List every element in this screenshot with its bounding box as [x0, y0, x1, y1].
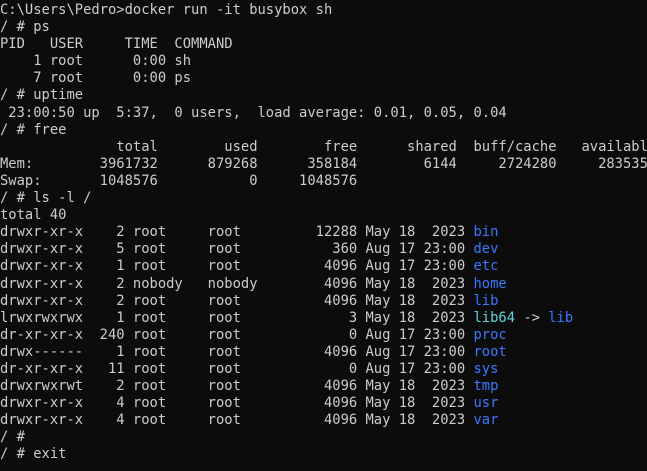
line-text: / #: [0, 429, 25, 446]
line-text: C:\Users\Pedro>docker run -it busybox sh: [0, 2, 333, 18]
terminal-window[interactable]: C:\Users\Pedro>docker run -it busybox sh…: [0, 0, 647, 471]
terminal-line: / # exit: [0, 446, 647, 463]
line-text: drwxrwxrwt 2 root root 4096 May 18 2023: [0, 378, 474, 395]
terminal-line: / # free: [0, 122, 647, 139]
line-text: total 40: [0, 207, 67, 224]
terminal-line: drwxr-xr-x 4 root root 4096 May 18 2023 …: [0, 395, 647, 412]
terminal-line: drwxr-xr-x 2 root root 4096 May 18 2023 …: [0, 293, 647, 310]
terminal-line: drwx------ 1 root root 4096 Aug 17 23:00…: [0, 344, 647, 361]
directory-name: usr: [473, 395, 499, 412]
terminal-line: / # ls -l /: [0, 190, 647, 207]
directory-name: root: [473, 343, 507, 360]
line-text: / # free: [0, 121, 67, 138]
terminal-line: total used free shared buff/cache availa…: [0, 139, 647, 156]
symlink-name: lib64: [473, 309, 516, 326]
line-text: Swap: 1048576 0 1048576: [0, 172, 358, 189]
line-text: drwxr-xr-x 5 root root 360 Aug 17 23:00: [0, 241, 474, 258]
terminal-line: drwxr-xr-x 5 root root 360 Aug 17 23:00 …: [0, 241, 647, 258]
terminal-line: drwxr-xr-x 1 root root 4096 Aug 17 23:00…: [0, 258, 647, 275]
directory-name: home: [473, 275, 507, 292]
directory-name: sys: [473, 360, 499, 377]
line-text: drwxr-xr-x 2 nobody nobody 4096 May 18 2…: [0, 275, 474, 292]
terminal-line: 1 root 0:00 sh: [0, 53, 647, 70]
terminal-line: total 40: [0, 207, 647, 224]
directory-name: proc: [473, 326, 507, 343]
line-text: drwxr-xr-x 2 root root 4096 May 18 2023: [0, 292, 474, 309]
directory-name: bin: [473, 224, 499, 241]
line-text: 7 root 0:00 ps: [0, 70, 192, 87]
terminal-line: lrwxrwxrwx 1 root root 3 May 18 2023 lib…: [0, 310, 647, 327]
symlink-arrow: ->: [515, 309, 549, 326]
terminal-line: drwxr-xr-x 2 root root 12288 May 18 2023…: [0, 224, 647, 241]
line-text: Mem: 3961732 879268 358184 6144 2724280 …: [0, 155, 647, 172]
terminal-line: dr-xr-xr-x 240 root root 0 Aug 17 23:00 …: [0, 327, 647, 344]
line-text: / # uptime: [0, 87, 84, 104]
line-text: drwxr-xr-x 2 root root 12288 May 18 2023: [0, 224, 474, 241]
terminal-line: Mem: 3961732 879268 358184 6144 2724280 …: [0, 156, 647, 173]
line-text: drwxr-xr-x 4 root root 4096 May 18 2023: [0, 412, 474, 429]
directory-name: dev: [473, 241, 499, 258]
directory-name: var: [473, 412, 499, 429]
terminal-line: dr-xr-xr-x 11 root root 0 Aug 17 23:00 s…: [0, 361, 647, 378]
terminal-line: drwxr-xr-x 2 nobody nobody 4096 May 18 2…: [0, 276, 647, 293]
terminal-line: drwxr-xr-x 4 root root 4096 May 18 2023 …: [0, 412, 647, 429]
line-text: / # ls -l /: [0, 190, 92, 207]
terminal-line: Swap: 1048576 0 1048576: [0, 173, 647, 190]
terminal-line: drwxrwxrwt 2 root root 4096 May 18 2023 …: [0, 378, 647, 395]
directory-name: tmp: [473, 378, 499, 395]
line-text: 23:00:50 up 5:37, 0 users, load average:…: [0, 104, 507, 121]
line-text: drwxr-xr-x 1 root root 4096 Aug 17 23:00: [0, 258, 474, 275]
terminal-line: / # uptime: [0, 87, 647, 104]
symlink-target: lib: [548, 309, 574, 326]
terminal-line: / #: [0, 429, 647, 446]
line-text: total used free shared buff/cache availa…: [0, 138, 647, 155]
terminal-line: C:\Users\Pedro>docker run -it busybox sh: [0, 2, 647, 19]
directory-name: lib: [473, 292, 499, 309]
line-text: 1 root 0:00 sh: [0, 53, 192, 70]
terminal-line: / # ps: [0, 19, 647, 36]
terminal-output: C:\Users\Pedro>docker run -it busybox sh…: [0, 2, 647, 464]
line-text: / # exit: [0, 446, 67, 463]
terminal-line: 23:00:50 up 5:37, 0 users, load average:…: [0, 105, 647, 122]
terminal-line: 7 root 0:00 ps: [0, 70, 647, 87]
line-text: drwx------ 1 root root 4096 Aug 17 23:00: [0, 343, 474, 360]
line-text: drwxr-xr-x 4 root root 4096 May 18 2023: [0, 395, 474, 412]
line-text: lrwxrwxrwx 1 root root 3 May 18 2023: [0, 309, 474, 326]
line-text: PID USER TIME COMMAND: [0, 36, 233, 53]
line-text: dr-xr-xr-x 240 root root 0 Aug 17 23:00: [0, 326, 474, 343]
line-text: dr-xr-xr-x 11 root root 0 Aug 17 23:00: [0, 360, 474, 377]
line-text: / # ps: [0, 19, 50, 36]
directory-name: etc: [473, 258, 499, 275]
terminal-line: PID USER TIME COMMAND: [0, 36, 647, 53]
